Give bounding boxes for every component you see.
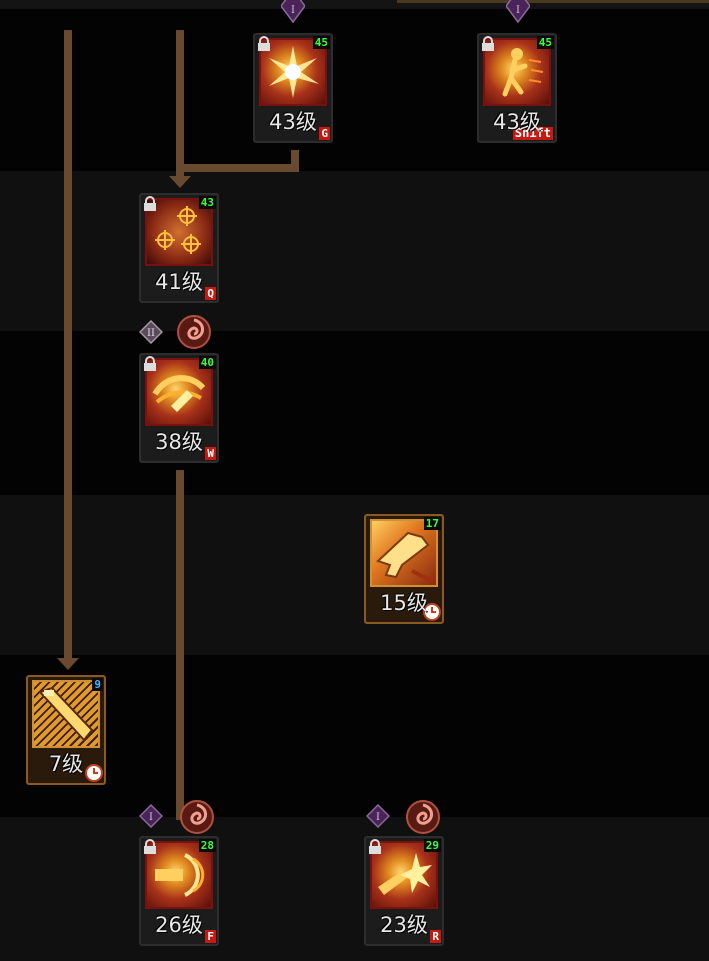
required-level-badge: 29 (423, 839, 441, 852)
svg-text:II: II (147, 328, 155, 339)
row-band-3 (0, 331, 709, 495)
required-level-badge: 43 (198, 196, 216, 209)
connector-line (291, 150, 299, 172)
rifle-icon (32, 680, 100, 748)
svg-text:I: I (291, 5, 295, 16)
skill-pistol[interactable]: 17 15级 (364, 514, 444, 624)
svg-text:I: I (149, 812, 153, 823)
svg-text:I: I (376, 812, 380, 823)
skill-w[interactable]: 40 W 38级 (139, 353, 219, 463)
skill-shift[interactable]: 45 Shift 43级 (477, 33, 557, 143)
required-level-badge: 17 (423, 517, 441, 530)
skill-level-label: 15级 (380, 591, 428, 615)
skill-q[interactable]: 43 Q 41级 (139, 193, 219, 303)
connector-line (176, 164, 299, 172)
required-level-badge: 45 (312, 36, 330, 49)
skill-level-label: 43级 (493, 110, 541, 134)
top-edge-bar (0, 0, 709, 9)
skill-level-label: 26级 (155, 913, 203, 937)
skill-level-label: 7级 (48, 752, 84, 776)
skill-f[interactable]: 28 F 26级 (139, 836, 219, 946)
connector-arrow (57, 658, 79, 670)
swirl-rune-icon (406, 800, 440, 834)
lock-icon (144, 356, 156, 371)
tier-diamond-icon: II (139, 320, 163, 344)
skill-level-label: 41级 (155, 270, 203, 294)
lock-icon (258, 36, 270, 51)
tier-diamond-icon: I (506, 0, 530, 24)
tier-diamond-icon: I (281, 0, 305, 24)
required-level-badge: 9 (92, 678, 103, 691)
required-level-badge: 28 (198, 839, 216, 852)
skill-rifle[interactable]: 9 7级 (26, 675, 106, 785)
row-band-6 (0, 817, 709, 961)
skill-level-label: 38级 (155, 430, 203, 454)
svg-text:I: I (516, 5, 520, 16)
lock-icon (144, 839, 156, 854)
tier-diamond-icon: I (139, 804, 163, 828)
lock-icon (144, 196, 156, 211)
row-band-5 (0, 655, 709, 817)
skill-level-label: 23级 (380, 913, 428, 937)
skill-level-label: 43级 (269, 110, 317, 134)
lock-icon (369, 839, 381, 854)
connector-line (64, 30, 72, 660)
required-level-badge: 40 (198, 356, 216, 369)
swirl-rune-icon (177, 315, 211, 349)
connector-arrow (169, 176, 191, 188)
skill-g[interactable]: 45 G 43级 (253, 33, 333, 143)
lock-icon (482, 36, 494, 51)
skill-r[interactable]: 29 R 23级 (364, 836, 444, 946)
row-band-2 (0, 171, 709, 331)
connector-line (176, 470, 184, 820)
swirl-rune-icon (180, 800, 214, 834)
row-band-1 (0, 9, 709, 171)
tier-diamond-icon: I (366, 804, 390, 828)
required-level-badge: 45 (536, 36, 554, 49)
connector-line (176, 30, 184, 176)
row-band-4 (0, 495, 709, 655)
